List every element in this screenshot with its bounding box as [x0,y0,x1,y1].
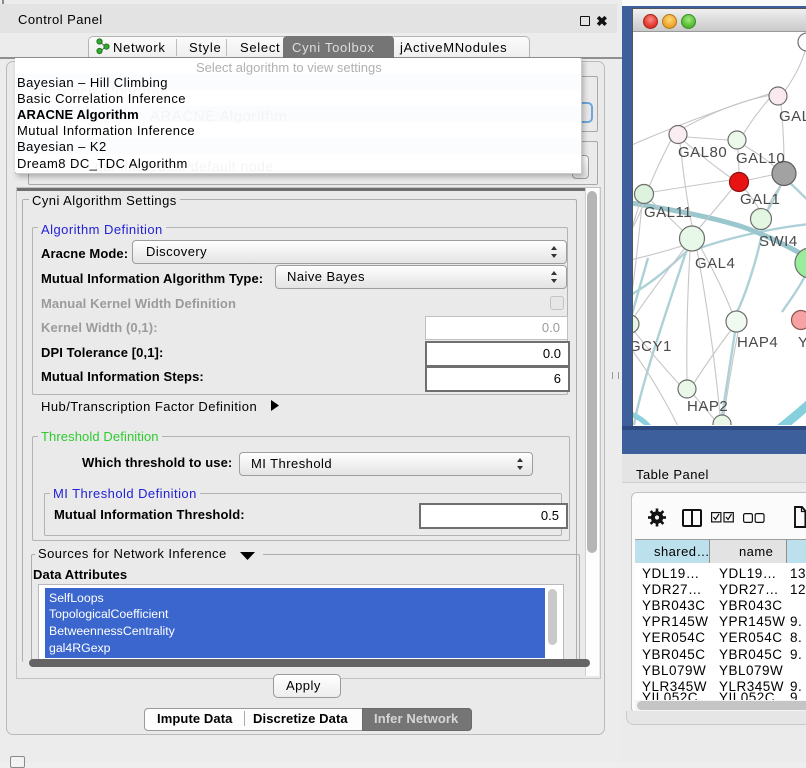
svg-text:GAL: GAL [779,108,806,125]
svg-text:HAP4: HAP4 [737,334,778,351]
svg-text:GAL11: GAL11 [644,204,692,221]
svg-text:GAL4: GAL4 [695,255,735,272]
svg-text:GAL1: GAL1 [740,191,780,208]
svg-text:HAP2: HAP2 [687,398,728,415]
svg-text:GAL10: GAL10 [736,150,785,167]
svg-text:Y: Y [798,334,806,351]
svg-text:SWI4: SWI4 [759,233,798,250]
svg-text:GCY1: GCY1 [633,338,672,355]
svg-text:GAL80: GAL80 [678,144,727,161]
